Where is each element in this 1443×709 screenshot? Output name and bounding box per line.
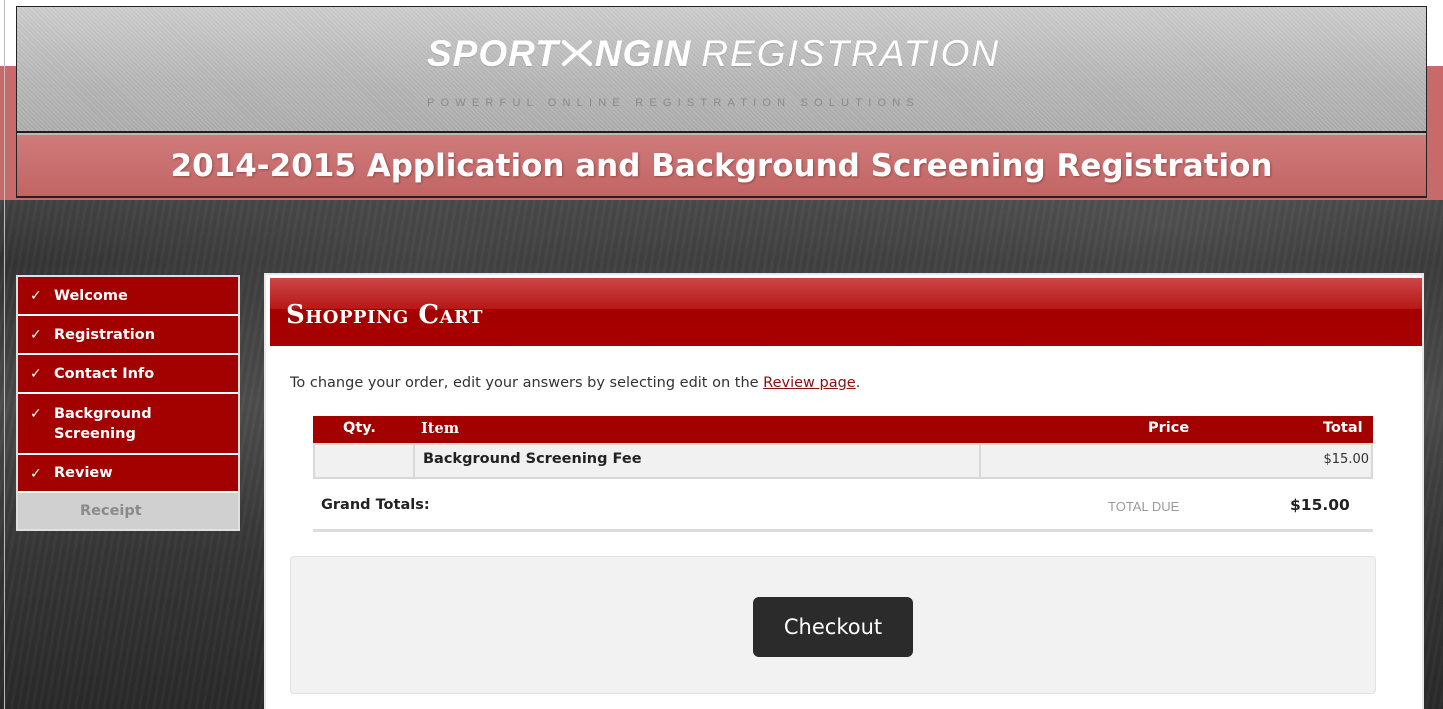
cart-title: Shopping Cart bbox=[286, 300, 484, 330]
step-welcome[interactable]: ✓ Welcome bbox=[18, 277, 238, 316]
step-label-line2: Screening bbox=[54, 426, 136, 442]
checkout-area: Checkout bbox=[290, 556, 1376, 694]
step-review[interactable]: ✓ Review bbox=[18, 455, 238, 493]
cell-qty bbox=[315, 445, 415, 477]
page-title-band: 2014-2015 Application and Background Scr… bbox=[17, 135, 1426, 197]
shopping-cart-panel: Shopping Cart To change your order, edit… bbox=[264, 273, 1424, 709]
registration-steps-nav: ✓ Welcome ✓ Registration ✓ Contact Info … bbox=[16, 275, 240, 531]
totals-divider bbox=[313, 529, 1373, 532]
ngin-x-logo-icon bbox=[561, 40, 592, 66]
site-header: SPORT NGIN REGISTRATION POWERFUL ONLINE RE… bbox=[16, 6, 1427, 198]
column-header-item: Item bbox=[421, 420, 460, 437]
total-due-amount: $15.00 bbox=[1290, 496, 1350, 514]
logo-brand-part2: NGIN bbox=[594, 33, 692, 74]
cell-item: Background Screening Fee bbox=[415, 445, 981, 477]
checkmark-icon: ✓ bbox=[30, 406, 42, 422]
checkmark-icon: ✓ bbox=[30, 466, 42, 482]
step-background-screening[interactable]: ✓ Background Screening bbox=[18, 394, 238, 455]
step-label: Contact Info bbox=[54, 366, 155, 382]
header-tagline: POWERFUL ONLINE REGISTRATION SOLUTIONS bbox=[427, 97, 920, 109]
step-label: Review bbox=[54, 465, 113, 481]
checkout-button[interactable]: Checkout bbox=[753, 597, 913, 657]
cell-price: $15.00 bbox=[981, 445, 1371, 477]
grand-totals-label: Grand Totals: bbox=[321, 497, 430, 513]
column-header-qty: Qty. bbox=[343, 420, 376, 436]
step-label: Welcome bbox=[54, 288, 128, 304]
step-label-line1: Background bbox=[54, 406, 152, 422]
table-row: Background Screening Fee $15.00 bbox=[313, 443, 1373, 479]
step-label: Receipt bbox=[80, 503, 142, 519]
instructions-end: . bbox=[855, 375, 861, 391]
cart-table-header: Qty. Item Price Total bbox=[313, 416, 1373, 443]
logo-brand-part1: SPORT bbox=[427, 33, 559, 74]
checkmark-icon: ✓ bbox=[30, 327, 42, 343]
instructions-text: To change your order, edit your answers … bbox=[290, 375, 764, 391]
total-due-label: TOTAL DUE bbox=[1108, 499, 1180, 514]
window-edge bbox=[4, 0, 5, 709]
logo-product-text: REGISTRATION bbox=[701, 33, 1001, 74]
step-registration[interactable]: ✓ Registration bbox=[18, 316, 238, 355]
cart-title-bar: Shopping Cart bbox=[270, 278, 1422, 346]
step-receipt: Receipt bbox=[18, 493, 238, 529]
step-label: Registration bbox=[54, 327, 156, 343]
cart-instructions: To change your order, edit your answers … bbox=[290, 375, 860, 391]
checkmark-icon: ✓ bbox=[30, 288, 42, 304]
step-contact-info[interactable]: ✓ Contact Info bbox=[18, 355, 238, 394]
column-header-total: Total bbox=[1323, 420, 1363, 436]
column-header-price: Price bbox=[1148, 420, 1190, 436]
logo-brand-text: SPORT NGIN bbox=[427, 33, 691, 74]
checkmark-icon: ✓ bbox=[30, 366, 42, 382]
page-title: 2014-2015 Application and Background Scr… bbox=[170, 148, 1273, 184]
sportngin-logo[interactable]: SPORT NGIN REGISTRATION bbox=[427, 33, 1000, 75]
header-logo-area: SPORT NGIN REGISTRATION POWERFUL ONLINE RE… bbox=[17, 7, 1426, 133]
review-page-link[interactable]: Review page bbox=[763, 375, 856, 391]
cell-total: $15.00 bbox=[1323, 452, 1370, 467]
